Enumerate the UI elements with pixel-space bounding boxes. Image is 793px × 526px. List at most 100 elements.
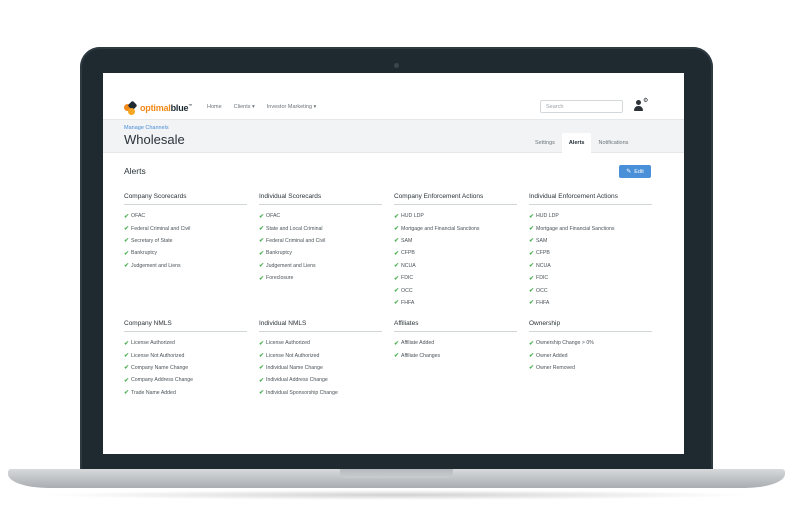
alert-item: ✔ Judgement and Liens [259, 260, 382, 272]
alert-item: ✔ FHFA [529, 297, 652, 309]
page-title: Wholesale [124, 132, 185, 147]
edit-button-label: Edit [634, 168, 644, 175]
tab-alerts[interactable]: Alerts [561, 133, 592, 153]
alert-item-label: Company Address Change [131, 377, 194, 384]
alert-item: ✔ Affiliate Added [394, 337, 517, 349]
breadcrumb[interactable]: Manage Channels [124, 125, 169, 131]
top-navbar: optimalblue™ Home Clients ▾ Investor Mar… [103, 73, 684, 118]
checkmark-icon: ✔ [259, 226, 265, 233]
alert-item-label: Affiliate Added [401, 340, 435, 347]
alert-item: ✔ Individual Sponsorship Change [259, 387, 382, 399]
nav-clients[interactable]: Clients ▾ [234, 104, 255, 110]
checkmark-icon: ✔ [529, 275, 535, 282]
alert-item: ✔ SAM [394, 235, 517, 247]
checkmark-icon: ✔ [529, 213, 535, 220]
alert-item: ✔ NCUA [394, 260, 517, 272]
checkmark-icon: ✔ [529, 353, 535, 360]
alert-item: ✔ Foreclosure [259, 272, 382, 284]
alert-item-label: CFPB [401, 250, 415, 257]
alert-item-label: Individual Name Change [266, 364, 323, 371]
user-settings-icon[interactable]: ⚙ [634, 98, 648, 112]
alert-item-label: Judgement and Liens [266, 262, 316, 269]
checkmark-icon: ✔ [259, 390, 265, 397]
alert-item-label: Company Name Change [131, 364, 189, 371]
laptop-shadow [40, 490, 753, 500]
checkmark-icon: ✔ [124, 250, 130, 257]
alert-item-label: HUD LDP [536, 213, 559, 220]
checkmark-icon: ✔ [124, 213, 130, 220]
alert-item-label: Mortgage and Financial Sanctions [536, 225, 615, 232]
edit-button[interactable]: ✎ Edit [619, 165, 651, 178]
alert-item-label: SAM [401, 237, 413, 244]
alert-item: ✔ License Not Authorized [124, 349, 247, 361]
alert-item-label: OCC [401, 287, 413, 294]
alert-item-label: CFPB [536, 250, 550, 257]
screen: optimalblue™ Home Clients ▾ Investor Mar… [103, 73, 684, 454]
alert-section: Affiliates ✔ Affiliate Added ✔ Affiliate Cha… [394, 320, 517, 362]
section-heading: Company Scorecards [124, 193, 247, 205]
tab-notifications[interactable]: Notifications [591, 133, 635, 153]
alert-item-label: Ownership Change > 0% [536, 340, 594, 347]
alert-item: ✔ Judgement and Liens [124, 260, 247, 272]
checkmark-icon: ✔ [124, 226, 130, 233]
alert-item-label: Individual Address Change [266, 377, 328, 384]
alert-item: ✔ Federal Criminal and Civil [259, 235, 382, 247]
alert-section: Individual Enforcement Actions ✔ HUD LDP ✔ M… [529, 193, 652, 309]
laptop-frame: optimalblue™ Home Clients ▾ Investor Mar… [0, 0, 793, 526]
alert-item-label: Bankruptcy [266, 250, 292, 257]
tab-settings[interactable]: Settings [528, 133, 562, 153]
alert-item: ✔ Mortgage and Financial Sanctions [529, 222, 652, 234]
alert-item-label: Individual Sponsorship Change [266, 389, 338, 396]
nav-investor-marketing[interactable]: Investor Marketing ▾ [267, 104, 317, 110]
camera-icon [394, 63, 399, 68]
alert-item-label: FHFA [401, 299, 415, 306]
alert-item-label: Trade Name Added [131, 389, 176, 396]
alert-section: Individual Scorecards ✔ OFAC ✔ State and Loc… [259, 193, 382, 284]
checkmark-icon: ✔ [259, 213, 265, 220]
alert-item-label: Bankruptcy [131, 250, 157, 257]
alert-item-label: Federal Criminal and Civil [131, 225, 191, 232]
section-heading: Affiliates [394, 320, 517, 332]
brand-logo[interactable]: optimalblue™ [124, 100, 192, 115]
checkmark-icon: ✔ [394, 275, 400, 282]
checkmark-icon: ✔ [259, 340, 265, 347]
section-heading: Ownership [529, 320, 652, 332]
alert-item-label: FHFA [536, 299, 550, 306]
section-heading: Individual Scorecards [259, 193, 382, 205]
checkmark-icon: ✔ [259, 353, 265, 360]
alert-section: Company Scorecards ✔ OFAC ✔ Federal Criminal… [124, 193, 247, 272]
alert-item: ✔ License Authorized [259, 337, 382, 349]
nav-home[interactable]: Home [207, 104, 222, 110]
alert-item-label: License Authorized [131, 340, 175, 347]
checkmark-icon: ✔ [529, 226, 535, 233]
checkmark-icon: ✔ [124, 377, 130, 384]
checkmark-icon: ✔ [124, 263, 130, 270]
alert-item: ✔ FHFA [394, 297, 517, 309]
alert-item: ✔ State and Local Criminal [259, 222, 382, 234]
checkmark-icon: ✔ [394, 213, 400, 220]
alert-item-label: Mortgage and Financial Sanctions [401, 225, 480, 232]
checkmark-icon: ✔ [394, 238, 400, 245]
alert-item-label: NCUA [401, 262, 416, 269]
alert-item: ✔ Owner Added [529, 349, 652, 361]
alert-item-label: Affiliate Changes [401, 352, 441, 359]
alerts-title: Alerts [124, 166, 146, 176]
search-input[interactable]: Search [540, 100, 623, 113]
alert-item-label: SAM [536, 237, 548, 244]
alert-section: Individual NMLS ✔ License Authorized ✔ Licen… [259, 320, 382, 399]
tab-bar: Settings Alerts Notifications [528, 133, 635, 153]
alert-item-label: State and Local Criminal [266, 225, 323, 232]
alert-section: Ownership ✔ Ownership Change > 0% ✔ Owner Ad… [529, 320, 652, 374]
checkmark-icon: ✔ [259, 275, 265, 282]
alert-item: ✔ Trade Name Added [124, 387, 247, 399]
section-heading: Individual Enforcement Actions [529, 193, 652, 205]
checkmark-icon: ✔ [394, 250, 400, 257]
checkmark-icon: ✔ [529, 263, 535, 270]
alert-item-label: FDIC [401, 275, 414, 282]
alert-item: ✔ Federal Criminal and Civil [124, 222, 247, 234]
alert-item: ✔ Company Name Change [124, 362, 247, 374]
alert-item: ✔ Individual Name Change [259, 362, 382, 374]
alert-item: ✔ Owner Removed [529, 362, 652, 374]
checkmark-icon: ✔ [124, 365, 130, 372]
checkmark-icon: ✔ [529, 340, 535, 347]
